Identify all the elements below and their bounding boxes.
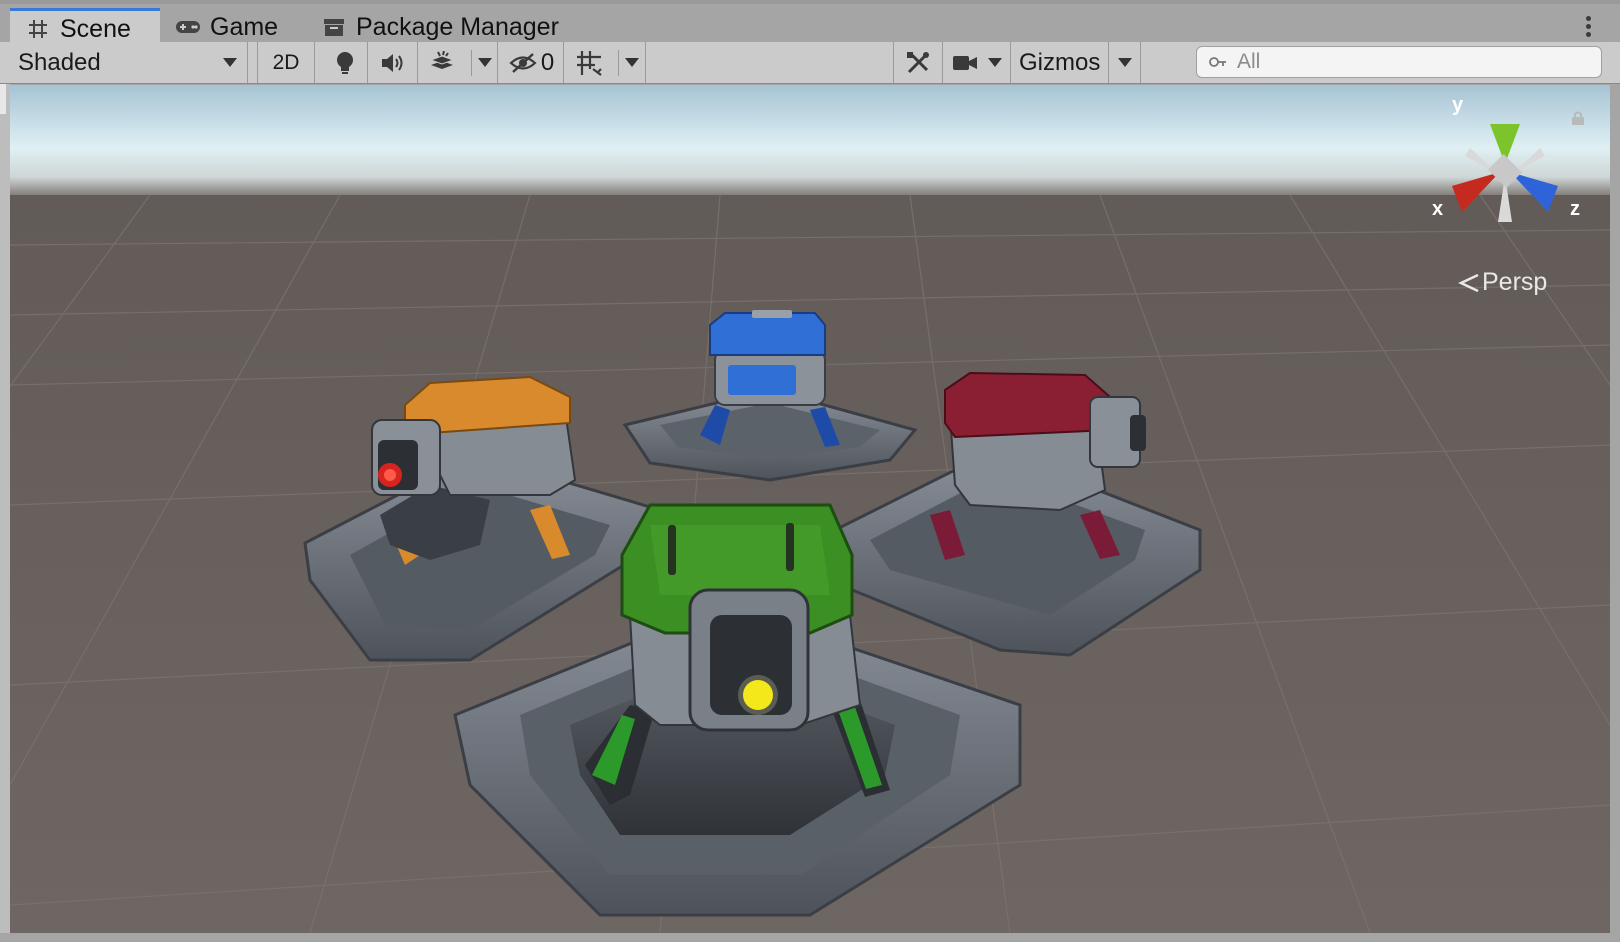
- grid-dropdown[interactable]: [612, 42, 646, 83]
- x-axis-cone[interactable]: [1452, 172, 1500, 212]
- tab-label: Game: [210, 12, 279, 41]
- tab-bar: Scene Game Package Manager: [0, 0, 1620, 47]
- left-edge: [0, 84, 10, 934]
- hash-grid-icon: [24, 18, 52, 40]
- toggle-2d-button[interactable]: 2D: [257, 42, 315, 83]
- tab-package-manager[interactable]: Package Manager: [320, 8, 580, 46]
- x-axis-label: x: [1432, 198, 1444, 220]
- chevron-down-icon: [987, 58, 1002, 67]
- hierarchy-search-field[interactable]: [1196, 46, 1602, 78]
- gizmos-button[interactable]: Gizmos: [1011, 42, 1109, 83]
- chevron-down-icon: [625, 58, 639, 67]
- speaker-icon: [381, 53, 402, 72]
- effects-dropdown[interactable]: [466, 42, 498, 83]
- tools-icon: [907, 51, 929, 73]
- lightbulb-icon: [336, 51, 353, 74]
- gamepad-icon: [174, 16, 202, 38]
- chevron-down-icon: [1117, 58, 1132, 67]
- lighting-toggle[interactable]: [322, 42, 368, 83]
- chevron-down-icon: [223, 58, 237, 67]
- grid-toggle[interactable]: [566, 42, 612, 83]
- audio-toggle[interactable]: [368, 42, 418, 83]
- toggle-2d-label: 2D: [272, 50, 300, 74]
- effects-layers-icon: [429, 50, 455, 69]
- gizmos-label: Gizmos: [1019, 48, 1101, 76]
- more-options-icon[interactable]: [1586, 16, 1592, 38]
- eye-slash-icon: [509, 52, 537, 73]
- hidden-objects-toggle[interactable]: 0: [500, 42, 564, 83]
- z-axis-label: z: [1570, 198, 1580, 220]
- scene-render: [10, 85, 1610, 933]
- grid-snap-icon: [577, 50, 602, 76]
- camera-icon: [952, 55, 977, 70]
- tools-button[interactable]: [893, 42, 943, 83]
- scene-viewport[interactable]: [10, 85, 1610, 933]
- tab-label: Scene: [60, 14, 131, 43]
- draw-mode-label: Shaded: [18, 48, 101, 76]
- tab-label: Package Manager: [356, 12, 559, 41]
- tab-game[interactable]: Game: [174, 8, 304, 46]
- hidden-count: 0: [540, 48, 555, 76]
- projection-label: Persp: [1482, 268, 1548, 296]
- projection-toggle[interactable]: Persp: [1458, 268, 1547, 297]
- z-axis-cone[interactable]: [1510, 172, 1558, 212]
- search-icon: [1209, 57, 1226, 67]
- chevron-left-icon: [1458, 273, 1479, 292]
- y-axis-label: y: [1452, 94, 1464, 116]
- bottom-edge: [0, 933, 1620, 942]
- effects-toggle[interactable]: [418, 42, 466, 83]
- gizmos-dropdown[interactable]: [1109, 42, 1141, 83]
- lock-icon[interactable]: [1570, 110, 1586, 126]
- search-input[interactable]: [1237, 50, 1577, 74]
- package-icon: [320, 16, 348, 38]
- chevron-down-icon: [478, 58, 492, 67]
- camera-settings-button[interactable]: [943, 42, 1011, 83]
- unity-scene-window: Scene Game Package Manager Shaded 2D 0 G…: [0, 0, 1620, 942]
- draw-mode-dropdown[interactable]: Shaded: [8, 42, 248, 83]
